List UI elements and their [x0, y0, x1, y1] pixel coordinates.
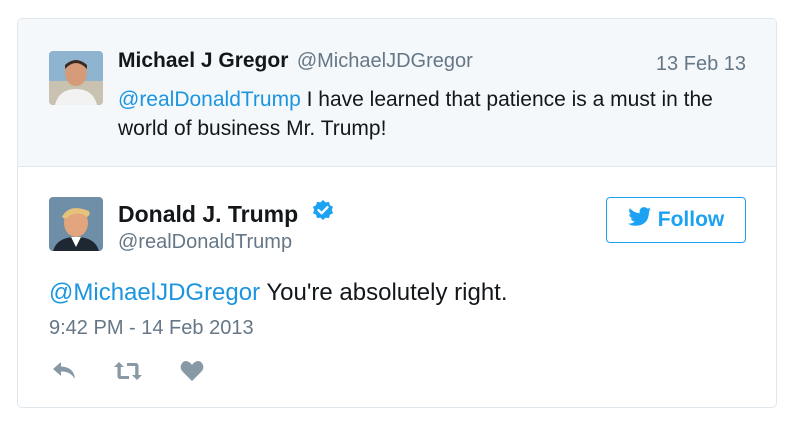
parent-tweet[interactable]: Michael J Gregor @MichaelJDGregor 13 Feb… [18, 19, 776, 167]
follow-button[interactable]: Follow [606, 197, 746, 243]
follow-label: Follow [657, 208, 725, 231]
mention-link[interactable]: @realDonaldTrump [118, 88, 301, 111]
parent-tweet-text: @realDonaldTrump I have learned that pat… [118, 85, 738, 143]
embedded-tweet-card: Michael J Gregor @MichaelJDGregor 13 Feb… [17, 18, 777, 408]
tweet-text: @MichaelJDGregor You're absolutely right… [49, 279, 508, 307]
verified-badge-icon [311, 199, 335, 229]
retweet-icon[interactable] [113, 359, 143, 383]
author-handle[interactable]: @realDonaldTrump [118, 231, 292, 254]
heart-icon[interactable] [177, 359, 207, 383]
tweet-body: You're absolutely right. [260, 279, 508, 306]
parent-tweet-header: Michael J Gregor @MichaelJDGregor 13 Feb… [118, 49, 746, 79]
tweet-date[interactable]: 13 Feb 13 [656, 53, 746, 76]
author-name[interactable]: Michael J Gregor [118, 49, 288, 72]
author-name[interactable]: Donald J. Trump [118, 199, 335, 229]
bird-icon [627, 207, 652, 233]
author-handle[interactable]: @MichaelJDGregor [297, 50, 473, 72]
avatar[interactable] [49, 51, 103, 105]
tweet-actions [49, 359, 207, 383]
tweet-timestamp[interactable]: 9:42 PM - 14 Feb 2013 [49, 317, 254, 340]
avatar[interactable] [49, 197, 103, 251]
reply-icon[interactable] [49, 359, 79, 383]
mention-link[interactable]: @MichaelJDGregor [49, 279, 260, 306]
author-name-text: Donald J. Trump [118, 201, 299, 227]
